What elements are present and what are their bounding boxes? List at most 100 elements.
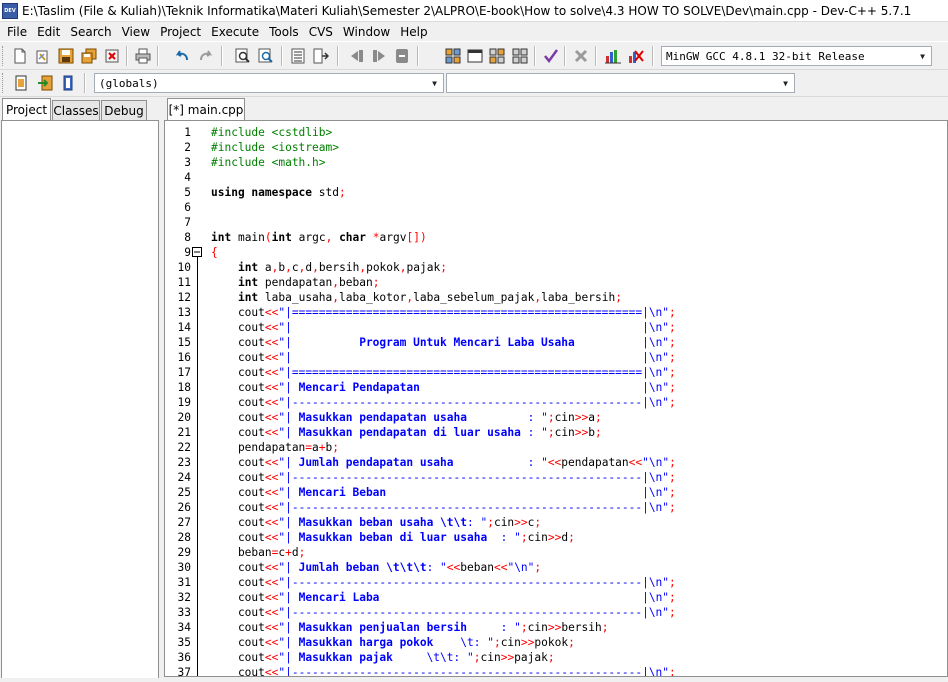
code-line[interactable]: #include <cstdlib>: [211, 125, 676, 140]
code-token: laba_kotor: [339, 291, 407, 304]
code-line[interactable]: cout<<"| Masukkan harga pokok \t: ";cin>…: [211, 635, 676, 650]
print-icon[interactable]: [133, 46, 153, 66]
menu-cvs[interactable]: CVS: [304, 25, 338, 39]
window-icon[interactable]: [465, 46, 485, 66]
code-line[interactable]: cout<<"| Masukkan beban di luar usaha : …: [211, 530, 676, 545]
code-line[interactable]: #include <math.h>: [211, 155, 676, 170]
code-line[interactable]: cout<<"|================================…: [211, 305, 676, 320]
code-line[interactable]: cout<<"| Mencari Laba |\n";: [211, 590, 676, 605]
code-line[interactable]: cout<<"| Masukkan beban usaha \t\t: ";ci…: [211, 515, 676, 530]
code-line[interactable]: using namespace std;: [211, 185, 676, 200]
menu-execute[interactable]: Execute: [206, 25, 264, 39]
toolbar-separator: [126, 46, 128, 66]
comment-icon[interactable]: [392, 46, 412, 66]
code-line[interactable]: beban=c+d;: [211, 545, 676, 560]
layout-grid-icon[interactable]: [443, 46, 463, 66]
toggle-bookmark-icon[interactable]: [58, 73, 78, 93]
line-number: 34: [177, 621, 191, 634]
code-line[interactable]: cout<<"|================================…: [211, 365, 676, 380]
code-line[interactable]: int pendapatan,beban;: [211, 275, 676, 290]
line-number: 30: [177, 561, 191, 574]
fold-collapse-icon[interactable]: [192, 247, 202, 257]
menu-edit[interactable]: Edit: [32, 25, 65, 39]
toolbar-grip[interactable]: [2, 46, 5, 66]
code-line[interactable]: cout<<"|--------------------------------…: [211, 500, 676, 515]
new-file-icon[interactable]: [10, 46, 30, 66]
code-token: : ": [466, 411, 548, 424]
save-all-icon[interactable]: [79, 46, 99, 66]
code-line[interactable]: cout<<"|--------------------------------…: [211, 665, 676, 676]
chevron-down-icon[interactable]: ▼: [778, 75, 793, 91]
stop-icon[interactable]: [571, 46, 591, 66]
function-select[interactable]: ▼: [446, 73, 795, 93]
code-line[interactable]: cout<<"|--------------------------------…: [211, 605, 676, 620]
code-line[interactable]: cout<<"| Program Untuk Mencari Laba Usah…: [211, 335, 676, 350]
chevron-down-icon[interactable]: ▼: [915, 48, 930, 64]
profile-chart-icon[interactable]: [603, 46, 623, 66]
menu-tools[interactable]: Tools: [264, 25, 304, 39]
tab-debug[interactable]: Debug: [101, 100, 147, 120]
code-line[interactable]: cout<<"| |\n";: [211, 320, 676, 335]
find-icon[interactable]: [233, 46, 253, 66]
menu-file[interactable]: File: [2, 25, 32, 39]
compiler-select[interactable]: MinGW GCC 4.8.1 32-bit Release ▼: [661, 46, 932, 66]
code-editor[interactable]: 1 2 3 4 5 6 7 8 9 10 11 12 13 14 15 16 17 18 19 20 21 22 23 24 2…: [164, 120, 948, 677]
code-line[interactable]: [211, 170, 676, 185]
code-line[interactable]: pendapatan=a+b;: [211, 440, 676, 455]
line-number: 4: [184, 171, 191, 184]
code-text[interactable]: #include <cstdlib> #include <iostream> #in…: [211, 125, 676, 676]
check-syntax-icon[interactable]: [541, 46, 561, 66]
tab-project[interactable]: Project: [2, 98, 51, 120]
code-line[interactable]: {: [211, 245, 676, 260]
tab-main-cpp[interactable]: [*] main.cpp: [167, 98, 245, 120]
tab-classes[interactable]: Classes: [52, 100, 100, 120]
code-line[interactable]: cout<<"| Masukkan pendapatan di luar usa…: [211, 425, 676, 440]
code-line[interactable]: cout<<"| Masukkan pendapatan usaha : ";c…: [211, 410, 676, 425]
open-file-icon[interactable]: [33, 46, 53, 66]
code-line[interactable]: [211, 215, 676, 230]
toolbar-separator: [157, 46, 159, 66]
insert-icon[interactable]: [11, 73, 31, 93]
code-line[interactable]: cout<<"| Mencari Pendapatan |\n";: [211, 380, 676, 395]
project-panel[interactable]: [1, 120, 159, 680]
code-line[interactable]: cout<<"| |\n";: [211, 350, 676, 365]
code-line[interactable]: cout<<"| Masukkan penjualan bersih : ";c…: [211, 620, 676, 635]
scope-select[interactable]: (globals) ▼: [94, 73, 444, 93]
code-line[interactable]: cout<<"|--------------------------------…: [211, 470, 676, 485]
code-line[interactable]: #include <iostream>: [211, 140, 676, 155]
code-token: Mencari Pendapatan: [298, 381, 420, 394]
code-line[interactable]: cout<<"|--------------------------------…: [211, 575, 676, 590]
dev-cpp-app-icon[interactable]: DEV: [2, 2, 18, 19]
code-line[interactable]: [211, 200, 676, 215]
code-token: <<: [264, 471, 279, 484]
delete-profile-icon[interactable]: [626, 46, 646, 66]
code-line[interactable]: cout<<"| Jumlah beban \t\t\t: "<<beban<<…: [211, 560, 676, 575]
code-line[interactable]: int a,b,c,d,bersih,pokok,pajak;: [211, 260, 676, 275]
chevron-down-icon[interactable]: ▼: [427, 75, 442, 91]
menu-view[interactable]: View: [117, 25, 155, 39]
close-file-icon[interactable]: [102, 46, 122, 66]
menu-help[interactable]: Help: [395, 25, 432, 39]
unindent-icon[interactable]: [311, 46, 331, 66]
code-line[interactable]: cout<<"| Mencari Beban |\n";: [211, 485, 676, 500]
code-token: ,: [332, 276, 340, 289]
code-line[interactable]: cout<<"| Masukkan pajak \t\t: "; cin>>paj…: [211, 650, 676, 665]
replace-icon[interactable]: [256, 46, 276, 66]
code-line[interactable]: cout<<"| Jumlah pendapatan usaha : "<<pe…: [211, 455, 676, 470]
save-icon[interactable]: [56, 46, 76, 66]
menu-search[interactable]: Search: [65, 25, 116, 39]
bookmark-forward-icon[interactable]: [369, 46, 389, 66]
toolbar-grip[interactable]: [2, 73, 5, 93]
compile-icon[interactable]: [487, 46, 507, 66]
goto-icon[interactable]: [35, 73, 55, 93]
compile-run-icon[interactable]: [510, 46, 530, 66]
menu-project[interactable]: Project: [155, 25, 206, 39]
code-line[interactable]: int laba_usaha,laba_kotor,laba_sebelum_p…: [211, 290, 676, 305]
code-line[interactable]: int main(int argc, char *argv[]): [211, 230, 676, 245]
undo-icon[interactable]: [172, 46, 192, 66]
bookmark-back-icon[interactable]: [347, 46, 367, 66]
code-line[interactable]: cout<<"|--------------------------------…: [211, 395, 676, 410]
redo-icon[interactable]: [196, 46, 216, 66]
menu-window[interactable]: Window: [338, 25, 395, 39]
indent-icon[interactable]: [288, 46, 308, 66]
